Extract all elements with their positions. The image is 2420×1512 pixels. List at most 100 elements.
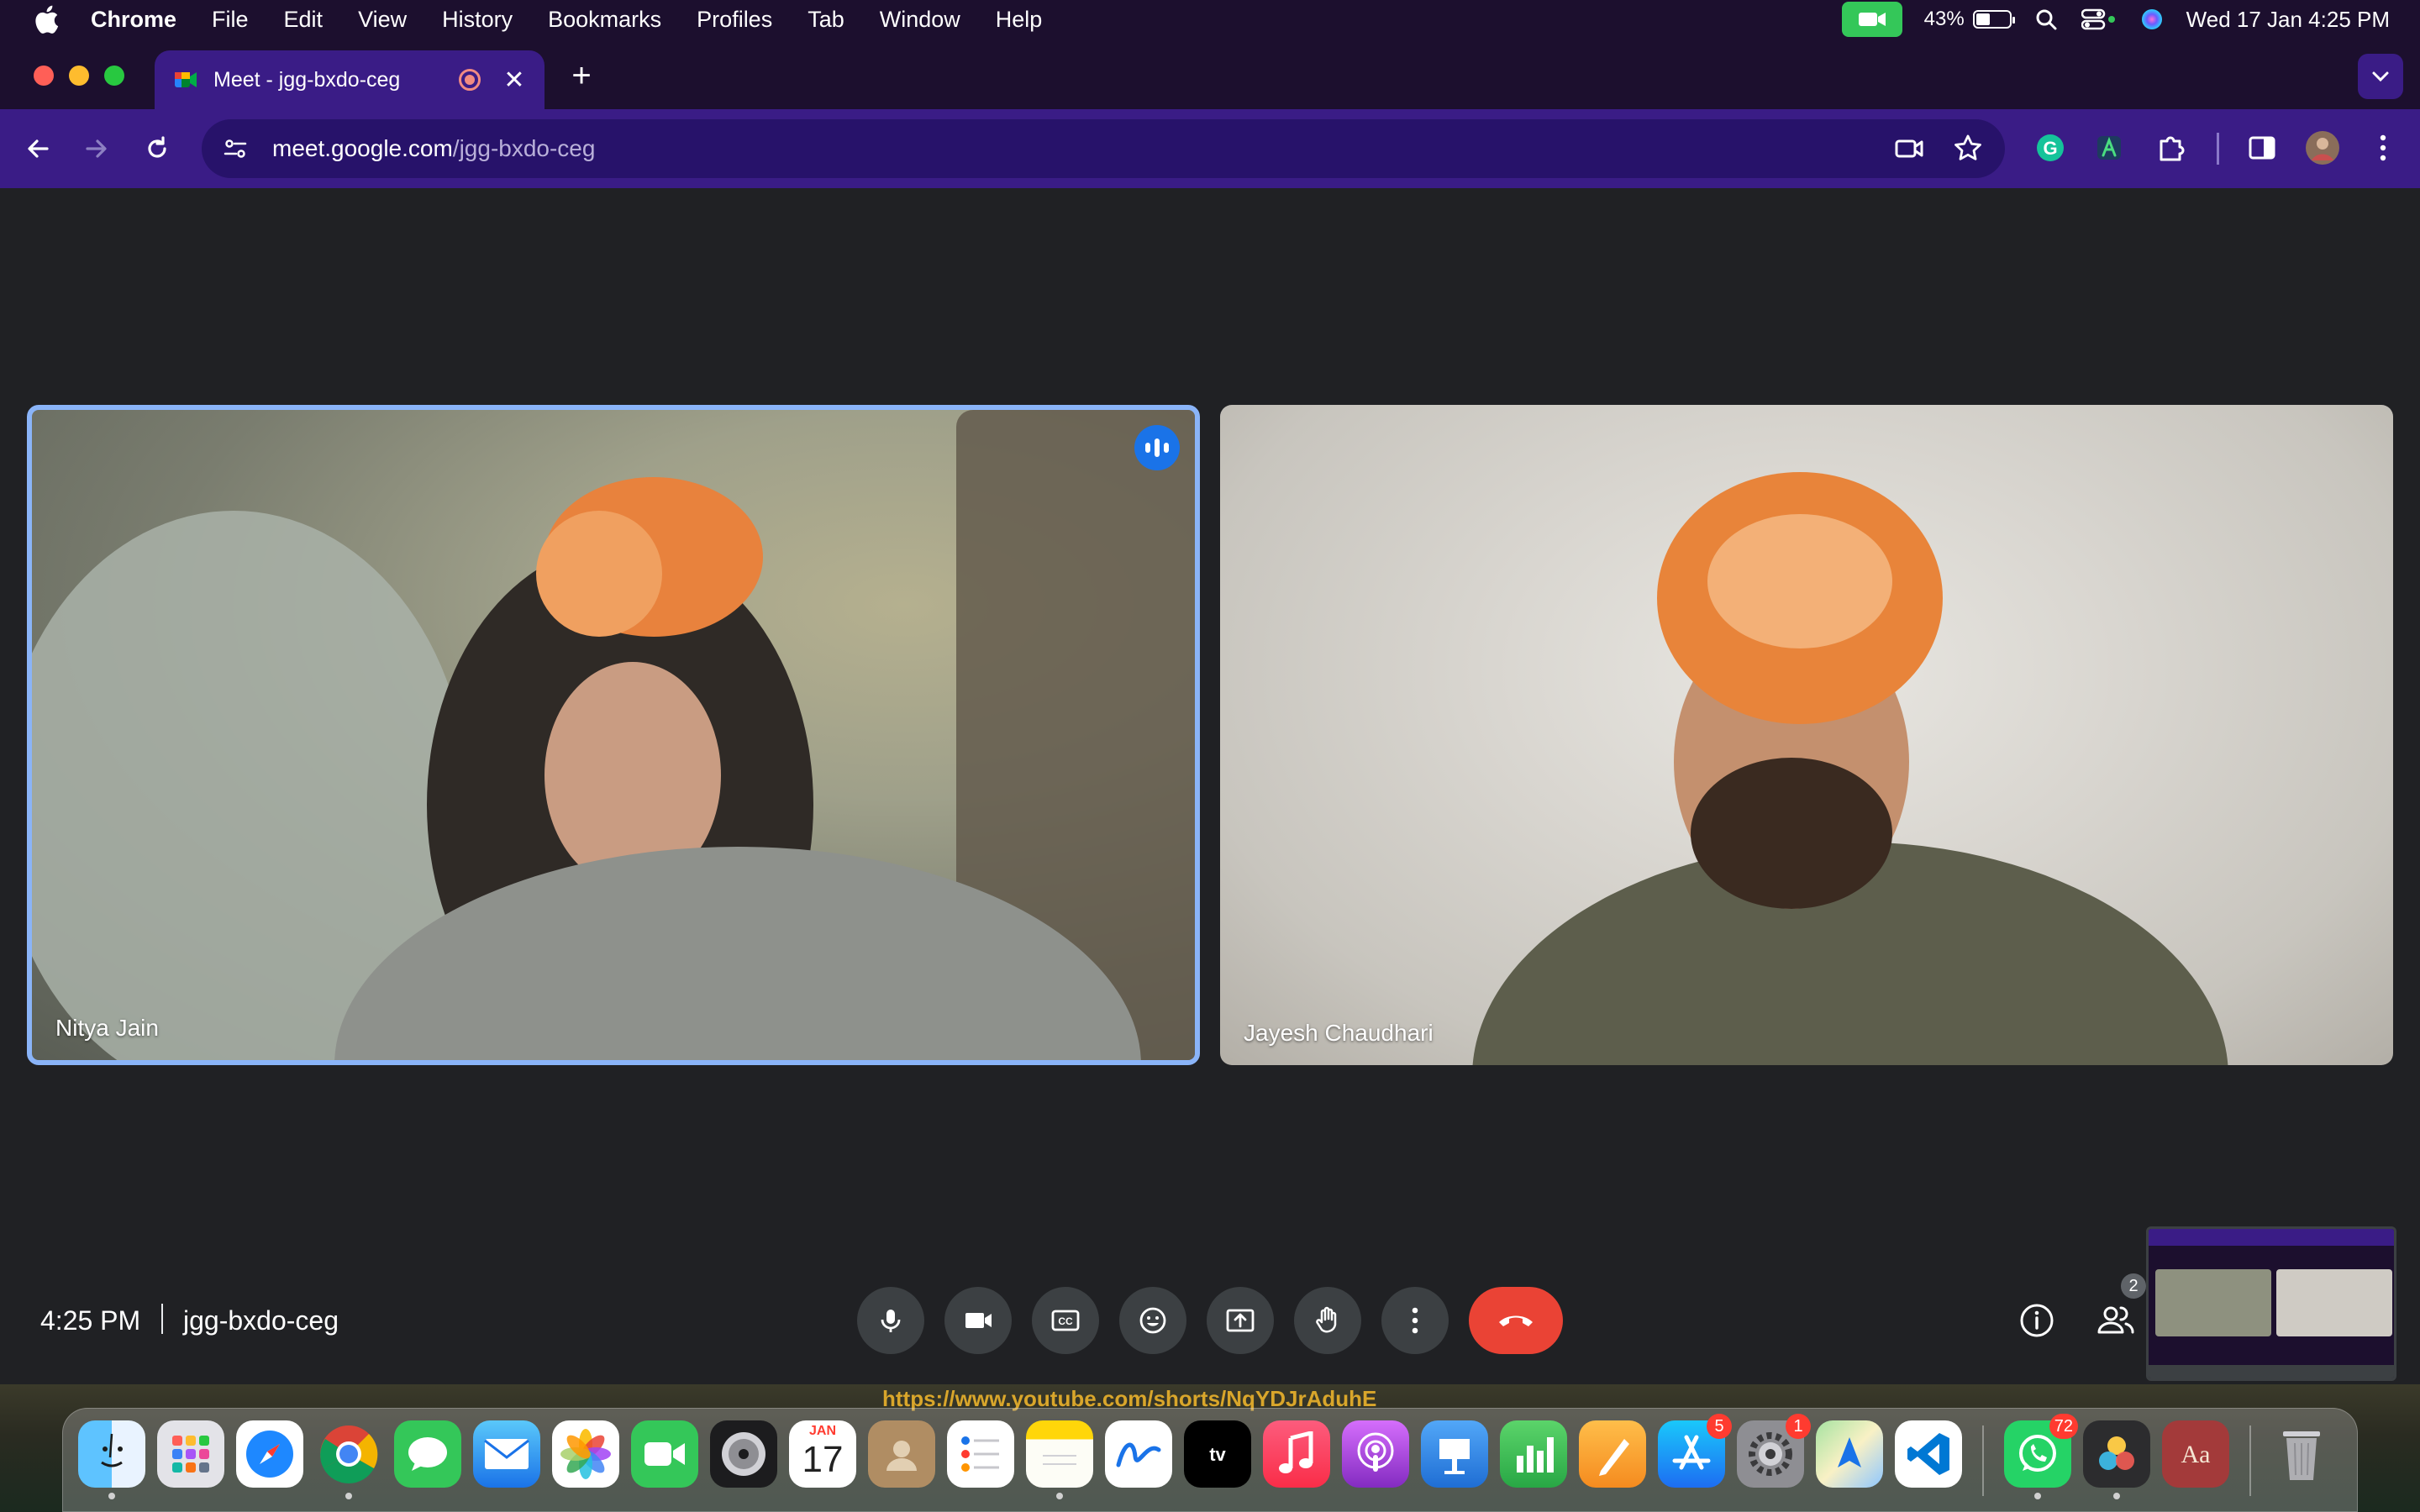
siri-icon[interactable] [2139, 7, 2165, 32]
people-button[interactable] [2092, 1297, 2139, 1344]
tab-close-icon[interactable]: ✕ [502, 66, 526, 95]
dictionary-icon[interactable]: Aa [2162, 1420, 2229, 1488]
logic-pro-icon[interactable] [710, 1420, 777, 1488]
calendar-day: 17 [802, 1439, 844, 1480]
people-icon [2097, 1306, 2134, 1334]
menubar-status-area: 43% Wed 17 Jan 4:25 PM [1841, 0, 2390, 39]
photos-icon[interactable] [552, 1420, 619, 1488]
menu-tab[interactable]: Tab [808, 7, 844, 33]
calendar-month: JAN [808, 1424, 836, 1438]
safari-icon[interactable] [236, 1420, 303, 1488]
camera-in-use-icon[interactable] [1892, 132, 1926, 165]
preview-tile [2155, 1269, 2271, 1336]
dock-divider [1982, 1425, 1984, 1496]
menu-edit[interactable]: Edit [284, 7, 324, 33]
raise-hand-button[interactable] [1294, 1287, 1361, 1354]
reactions-button[interactable] [1119, 1287, 1186, 1354]
recording-indicator-icon [459, 69, 481, 91]
participant-tile[interactable]: Nitya Jain [27, 405, 1200, 1065]
dock-divider [2249, 1425, 2251, 1496]
launchpad-icon[interactable] [157, 1420, 224, 1488]
new-tab-button[interactable]: + [565, 59, 598, 92]
facetime-icon[interactable] [631, 1420, 698, 1488]
camera-button[interactable] [944, 1287, 1012, 1354]
tab-search-button[interactable] [2358, 54, 2403, 99]
mail-icon[interactable] [473, 1420, 540, 1488]
app-store-icon[interactable]: 5 [1658, 1414, 1732, 1488]
music-icon[interactable] [1263, 1420, 1330, 1488]
more-options-button[interactable] [1381, 1287, 1449, 1354]
calendar-icon[interactable]: JAN 17 [789, 1420, 856, 1488]
numbers-icon[interactable] [1500, 1420, 1567, 1488]
extension-icon[interactable] [2089, 128, 2129, 168]
chrome-icon[interactable] [315, 1420, 382, 1499]
minimize-window-button[interactable] [69, 66, 89, 86]
dock: JAN 17 tv 5 1 72 Aa [62, 1408, 2358, 1512]
keynote-icon[interactable] [1421, 1420, 1488, 1488]
whatsapp-icon[interactable]: 72 [2004, 1414, 2078, 1499]
end-call-icon [1499, 1315, 1533, 1326]
messages-icon[interactable] [394, 1420, 461, 1488]
menu-bookmarks[interactable]: Bookmarks [548, 7, 661, 33]
notes-icon[interactable] [1026, 1420, 1093, 1499]
meeting-details-button[interactable] [2013, 1297, 2060, 1344]
url-text: meet.google.com/jgg-bxdo-ceg [272, 135, 595, 162]
address-bar[interactable]: meet.google.com/jgg-bxdo-ceg [202, 119, 2005, 178]
apple-tv-icon[interactable]: tv [1184, 1420, 1251, 1488]
system-settings-icon[interactable]: 1 [1737, 1414, 1811, 1488]
menu-history[interactable]: History [442, 7, 513, 33]
screen-recording-preview[interactable] [2146, 1226, 2396, 1381]
finder-icon[interactable] [78, 1420, 145, 1499]
whatsapp-badge: 72 [2049, 1414, 2078, 1439]
bookmark-star-icon[interactable] [1951, 132, 1985, 165]
profile-avatar[interactable] [2302, 128, 2343, 168]
reload-button[interactable] [138, 129, 176, 168]
camera-in-use-icon[interactable] [1841, 2, 1902, 37]
extensions-puzzle-icon[interactable] [2151, 128, 2191, 168]
freeform-icon[interactable] [1105, 1420, 1172, 1488]
grammarly-extension-icon[interactable]: G [2030, 128, 2070, 168]
contacts-icon[interactable] [868, 1420, 935, 1488]
participant-tile[interactable]: Jayesh Chaudhari [1220, 405, 2393, 1065]
back-button[interactable] [18, 129, 57, 168]
podcasts-icon[interactable] [1342, 1420, 1409, 1488]
side-panel-icon[interactable] [2242, 128, 2282, 168]
microphone-button[interactable] [857, 1287, 924, 1354]
menu-app-name[interactable]: Chrome [91, 7, 176, 33]
apple-logo-icon[interactable] [32, 4, 60, 34]
vscode-icon[interactable] [1895, 1420, 1962, 1488]
zoom-window-button[interactable] [104, 66, 124, 86]
forward-button[interactable] [77, 129, 116, 168]
meeting-time: 4:25 PM [40, 1305, 141, 1336]
leave-call-button[interactable] [1469, 1287, 1563, 1354]
control-center-icon[interactable] [2081, 7, 2118, 32]
browser-tab-strip: Meet - jgg-bxdo-ceg ✕ + [0, 39, 2420, 109]
captions-button[interactable]: CC [1032, 1287, 1099, 1354]
tab-meet[interactable]: Meet - jgg-bxdo-ceg ✕ [155, 50, 544, 109]
menubar-clock[interactable]: Wed 17 Jan 4:25 PM [2186, 7, 2390, 33]
svg-text:tv: tv [1209, 1444, 1226, 1465]
trash-icon[interactable] [2268, 1420, 2335, 1488]
battery-status[interactable]: 43% [1924, 8, 2015, 31]
svg-text:G: G [2043, 138, 2057, 159]
close-window-button[interactable] [34, 66, 54, 86]
participant-name: Jayesh Chaudhari [1244, 1020, 1434, 1046]
site-info-icon[interactable] [220, 134, 250, 164]
pages-icon[interactable] [1579, 1420, 1646, 1488]
menu-file[interactable]: File [212, 7, 249, 33]
arrow-right-icon [86, 139, 107, 158]
chrome-menu-icon[interactable] [2363, 128, 2403, 168]
google-meet-icon [175, 72, 197, 87]
menu-window[interactable]: Window [880, 7, 960, 33]
maps-icon[interactable] [1816, 1420, 1883, 1488]
menu-help[interactable]: Help [996, 7, 1043, 33]
davinci-resolve-icon[interactable] [2083, 1420, 2150, 1499]
svg-text:Aa: Aa [2181, 1441, 2211, 1468]
reminders-icon[interactable] [947, 1420, 1014, 1488]
menu-profiles[interactable]: Profiles [697, 7, 772, 33]
spotlight-search-icon[interactable] [2033, 7, 2059, 32]
system-settings-badge: 1 [1786, 1414, 1811, 1439]
menu-view[interactable]: View [358, 7, 407, 33]
present-button[interactable] [1207, 1287, 1274, 1354]
info-icon [2020, 1304, 2054, 1337]
